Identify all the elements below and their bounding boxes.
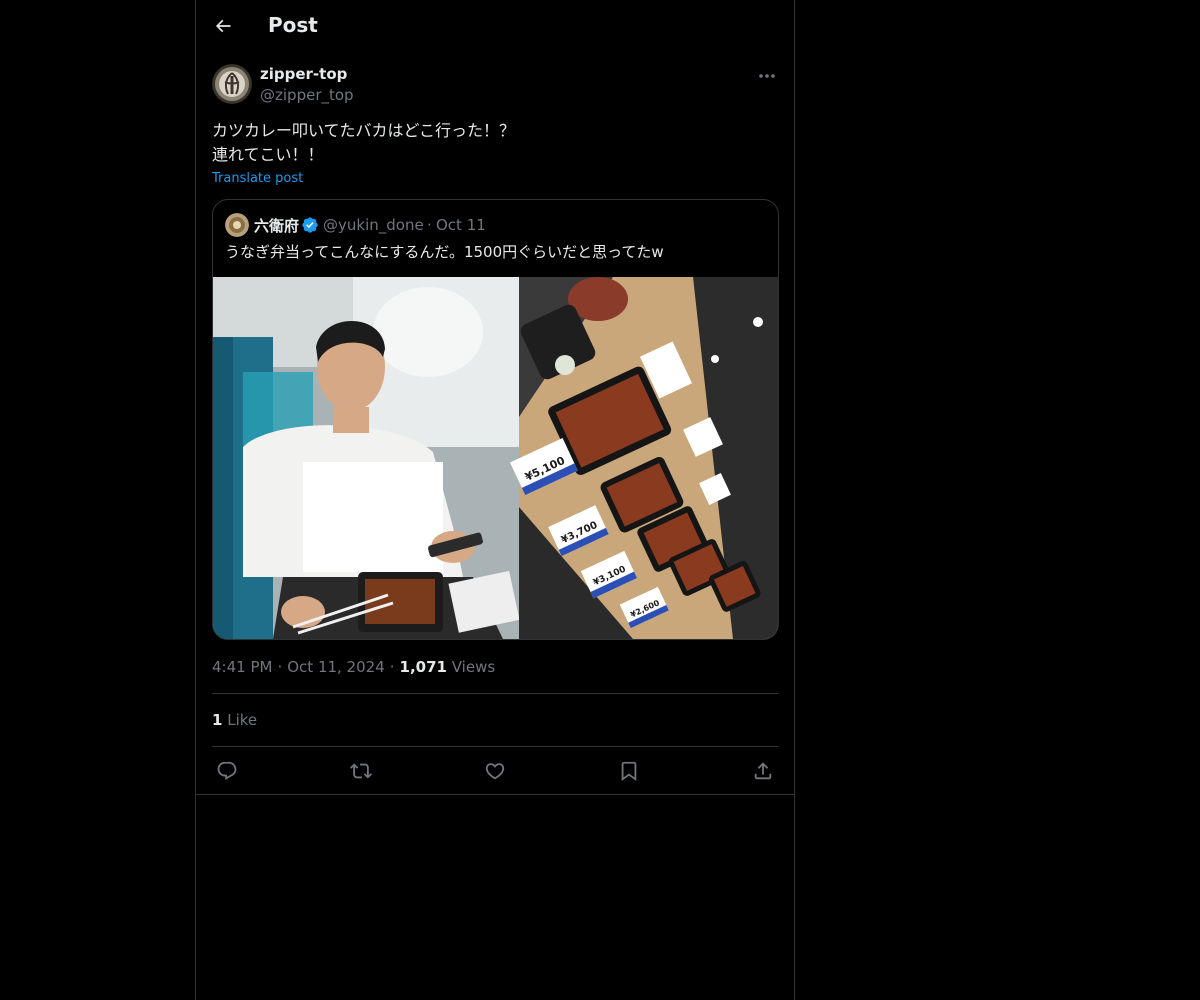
quoted-display-name[interactable]: 六衛府 [254,215,299,236]
separator-dot: · [427,216,432,234]
quoted-avatar[interactable] [225,213,249,237]
like-button[interactable] [480,756,510,786]
post-meta: 4:41 PM · Oct 11, 2024 · 1,071 Views [212,658,495,676]
reply-button[interactable] [212,756,242,786]
like-icon [485,763,505,780]
post-text-line: 連れてこい！！ [212,145,324,164]
share-icon [754,762,772,780]
post-date[interactable]: Oct 11, 2024 [287,658,385,676]
author-display-name[interactable]: zipper-top [260,65,347,83]
separator-dot: · [277,658,283,676]
repost-button[interactable] [346,756,376,786]
separator-dot: · [389,658,395,676]
more-button[interactable] [756,66,778,86]
post-column: Post zipper-top @zipper_top カツカレー叩いてたバカは… [195,0,795,1000]
post-time[interactable]: 4:41 PM [212,658,272,676]
avatar[interactable] [212,64,252,104]
reply-icon [217,761,237,780]
views-count: 1,071 [399,658,447,676]
likes-count: 1 [212,711,223,729]
quoted-text: うなぎ弁当ってこんなにするんだ。1500円ぐらいだと思ってたw [225,243,664,261]
translate-post-link[interactable]: Translate post [212,171,303,186]
post-text-line: カツカレー叩いてたバカはどこ行った！？ [212,121,516,140]
quoted-date[interactable]: Oct 11 [436,216,486,234]
quoted-handle[interactable]: @yukin_done [323,216,424,234]
back-button[interactable] [206,9,240,43]
repost-icon [350,763,372,779]
divider [212,746,778,747]
page-title: Post [268,13,318,37]
back-arrow-icon [215,19,231,33]
likes-label: Like [227,711,258,729]
quoted-post[interactable]: 六衛府 @yukin_done · Oct 11 うなぎ弁当ってこんなにするんだ… [212,199,779,640]
divider [196,794,794,795]
divider [212,693,778,694]
share-button[interactable] [748,756,778,786]
photo-eel-bento-display[interactable]: ¥5,100 ¥3,700 ¥3,100 ¥2,600 [510,277,778,639]
post-text: カツカレー叩いてたバカはどこ行った！？ 連れてこい！！ [212,119,778,167]
verified-icon [301,216,319,234]
quoted-media[interactable]: ¥5,100 ¥3,700 ¥3,100 ¥2,600 [213,277,778,639]
likes-link[interactable]: 1 Like [212,711,257,729]
post-author: zipper-top @zipper_top [212,64,778,108]
more-icon [759,74,775,78]
author-handle[interactable]: @zipper_top [260,86,354,104]
page-header: Post [196,0,794,54]
bookmark-button[interactable] [614,756,644,786]
views-label: Views [451,658,496,676]
action-bar [212,756,778,786]
bookmark-icon [621,761,637,782]
photo-man-on-plane[interactable] [213,277,520,639]
